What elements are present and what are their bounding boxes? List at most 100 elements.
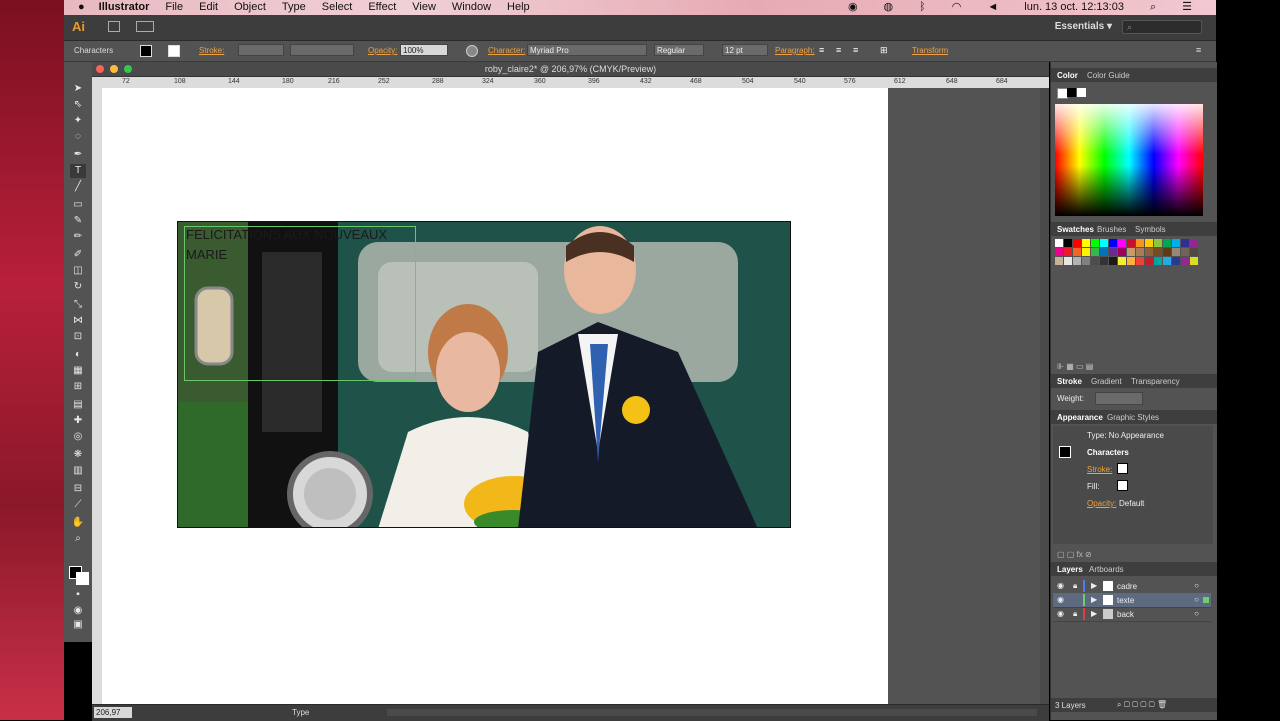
lock-icon[interactable]: 🔒︎ xyxy=(1073,609,1077,619)
stroke-weight-field[interactable] xyxy=(238,44,284,56)
color-swatch[interactable] xyxy=(1190,257,1198,265)
drawing-mode-icon[interactable]: ◉ xyxy=(70,604,86,618)
layer-name[interactable]: texte xyxy=(1117,596,1134,605)
color-swatch[interactable] xyxy=(1100,248,1108,256)
color-swatch[interactable] xyxy=(1127,248,1135,256)
close-window-button[interactable] xyxy=(96,65,104,73)
horizontal-scrollbar[interactable] xyxy=(387,709,1037,716)
color-swatch[interactable] xyxy=(1091,248,1099,256)
menu-file[interactable]: File xyxy=(165,0,183,15)
color-swatch[interactable] xyxy=(1154,257,1162,265)
color-swatch[interactable] xyxy=(1181,257,1189,265)
color-swatch[interactable] xyxy=(1100,239,1108,247)
color-swatch[interactable] xyxy=(1064,257,1072,265)
pencil-tool-icon[interactable]: ✏ xyxy=(70,230,86,244)
color-swatch[interactable] xyxy=(1163,257,1171,265)
symbol-sprayer-tool-icon[interactable]: ❋ xyxy=(70,448,86,462)
rotate-tool-icon[interactable]: ↻ xyxy=(70,280,86,294)
color-swatch[interactable] xyxy=(1172,257,1180,265)
color-swatch[interactable] xyxy=(1055,257,1063,265)
color-swatch[interactable] xyxy=(1172,248,1180,256)
record-icon[interactable]: ◉ xyxy=(848,0,858,15)
color-swatch[interactable] xyxy=(1091,239,1099,247)
direct-selection-tool-icon[interactable]: ⇖ xyxy=(70,98,86,112)
menu-object[interactable]: Object xyxy=(234,0,266,15)
align-center-icon[interactable]: ≡ xyxy=(836,45,846,55)
menu-window[interactable]: Window xyxy=(452,0,491,15)
appearance-stroke-swatch[interactable] xyxy=(1117,463,1128,474)
color-swatch[interactable] xyxy=(1190,248,1198,256)
mesh-tool-icon[interactable]: ⊞ xyxy=(70,380,86,394)
color-swatch[interactable] xyxy=(1190,239,1198,247)
color-swatch[interactable] xyxy=(1163,239,1171,247)
paragraph-label[interactable]: Paragraph: xyxy=(775,46,815,55)
align-right-icon[interactable]: ≡ xyxy=(853,45,863,55)
tab-artboards[interactable]: Artboards xyxy=(1089,565,1124,574)
color-swatch[interactable] xyxy=(1109,248,1117,256)
volume-icon[interactable]: ◄ xyxy=(987,0,998,15)
tab-appearance[interactable]: Appearance xyxy=(1057,413,1103,422)
color-swatch[interactable] xyxy=(1082,239,1090,247)
zoom-tool-icon[interactable]: ⌕ xyxy=(70,532,86,546)
color-swatch[interactable] xyxy=(1055,248,1063,256)
target-icon[interactable]: ○ xyxy=(1194,609,1199,618)
recolor-artwork-icon[interactable] xyxy=(466,45,478,57)
color-swatch[interactable] xyxy=(1055,239,1063,247)
color-swatch[interactable] xyxy=(1154,248,1162,256)
menu-app-name[interactable]: Illustrator xyxy=(99,0,150,15)
tab-color[interactable]: Color xyxy=(1057,71,1078,80)
color-swatch[interactable] xyxy=(1136,257,1144,265)
lasso-tool-icon[interactable]: ◌ xyxy=(70,130,86,144)
tab-symbols[interactable]: Symbols xyxy=(1135,225,1166,234)
perspective-grid-tool-icon[interactable]: ▦ xyxy=(70,364,86,378)
artboard-tool-icon[interactable]: ⊟ xyxy=(70,482,86,496)
minimize-window-button[interactable] xyxy=(110,65,118,73)
tab-graphic-styles[interactable]: Graphic Styles xyxy=(1107,413,1159,422)
swatch-grid[interactable] xyxy=(1055,239,1211,303)
eyedropper-tool-icon[interactable]: ✚ xyxy=(70,414,86,428)
layer-name[interactable]: cadre xyxy=(1117,582,1137,591)
variable-width-profile[interactable] xyxy=(290,44,354,56)
blend-tool-icon[interactable]: ◎ xyxy=(70,430,86,444)
stroke-label[interactable]: Stroke: xyxy=(199,46,224,55)
color-swatch[interactable] xyxy=(1109,257,1117,265)
color-swatch[interactable] xyxy=(1109,239,1117,247)
color-swatch[interactable] xyxy=(1082,248,1090,256)
character-label[interactable]: Character: xyxy=(488,46,525,55)
stroke-color-swatch[interactable] xyxy=(168,45,180,57)
color-swatch[interactable] xyxy=(1145,239,1153,247)
font-size-field[interactable]: 12 pt xyxy=(722,44,768,56)
eye-icon[interactable]: ◉ xyxy=(1057,581,1064,590)
eye-icon[interactable]: ◉ xyxy=(1057,609,1064,618)
bridge-icon[interactable] xyxy=(108,21,120,32)
menu-view[interactable]: View xyxy=(412,0,436,15)
apple-icon[interactable]: ● xyxy=(78,0,85,15)
color-swatch[interactable] xyxy=(1127,257,1135,265)
zoom-level-field[interactable]: 206,97 xyxy=(94,707,132,718)
canvas-area[interactable]: FELICITATIONS AUX NOUVEAUX MARIE xyxy=(102,88,1049,704)
tab-transparency[interactable]: Transparency xyxy=(1131,377,1180,386)
status-tool-name[interactable]: Type xyxy=(292,708,309,717)
color-spectrum[interactable] xyxy=(1055,104,1203,216)
control-bar-menu-icon[interactable]: ≡ xyxy=(1196,45,1206,55)
free-transform-tool-icon[interactable]: ⊡ xyxy=(70,330,86,344)
layer-row[interactable]: ◉ 🔒︎ ▶ back ○ xyxy=(1053,607,1211,622)
shape-builder-tool-icon[interactable]: ◐ xyxy=(70,348,86,362)
paintbrush-tool-icon[interactable]: ✎ xyxy=(70,214,86,228)
photo-caption-text[interactable]: FELICITATIONS AUX NOUVEAUX MARIE xyxy=(186,225,426,265)
list-icon[interactable]: ☰ xyxy=(1182,0,1192,15)
artboard[interactable]: FELICITATIONS AUX NOUVEAUX MARIE xyxy=(102,88,888,704)
spotlight-icon[interactable]: ⌕ xyxy=(1150,0,1156,15)
tab-stroke[interactable]: Stroke xyxy=(1057,377,1082,386)
column-graph-tool-icon[interactable]: ▥ xyxy=(70,464,86,478)
bluetooth-icon[interactable]: ᛒ xyxy=(919,0,926,15)
eye-icon[interactable]: ◉ xyxy=(1057,595,1064,604)
align-left-icon[interactable]: ≡ xyxy=(819,45,829,55)
hand-tool-icon[interactable]: ✋ xyxy=(70,516,86,530)
menu-type[interactable]: Type xyxy=(282,0,306,15)
opacity-field[interactable]: 100% xyxy=(400,44,448,56)
align-to-icon[interactable]: ⊞ xyxy=(880,45,890,55)
magic-wand-tool-icon[interactable]: ✦ xyxy=(70,114,86,128)
clock[interactable]: lun. 13 oct. 12:13:03 xyxy=(1024,0,1124,15)
tab-layers[interactable]: Layers xyxy=(1057,565,1083,574)
